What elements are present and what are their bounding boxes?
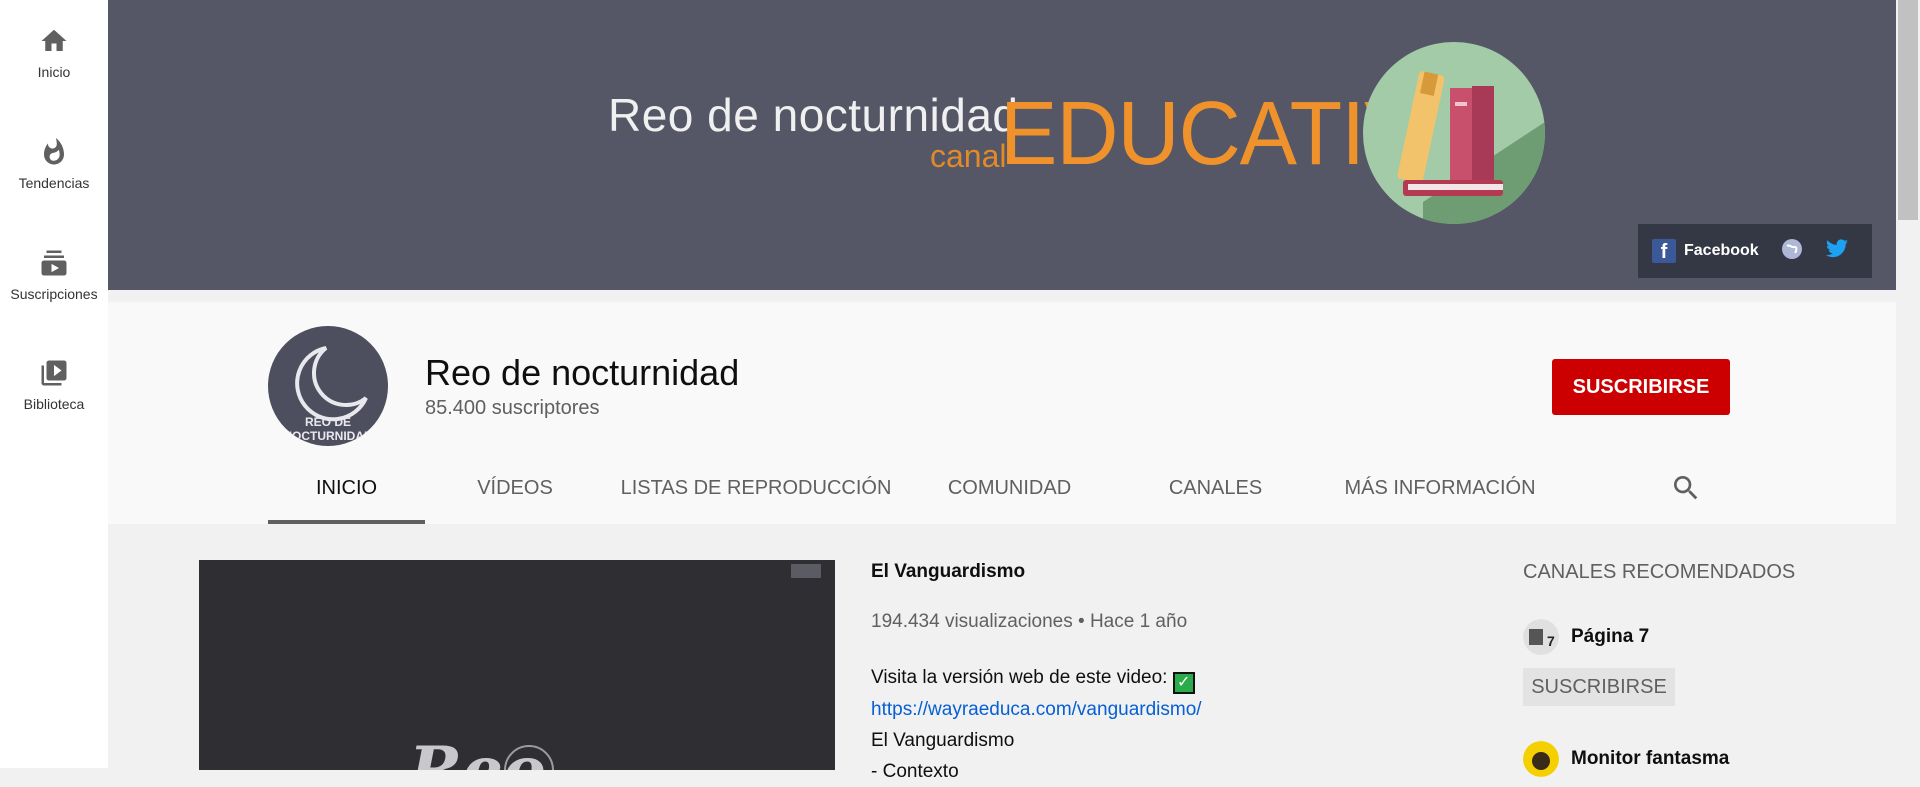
channel-avatar (1523, 741, 1559, 777)
featured-video-description: Visita la versión web de este video: ✓ h… (871, 662, 1351, 787)
description-line: - Contexto (871, 761, 959, 782)
twitter-icon[interactable] (1825, 238, 1849, 264)
channel-avatar[interactable]: REO DE NOCTURNIDAD (268, 326, 388, 446)
facebook-icon: f (1652, 239, 1676, 263)
channel-avatar: 7 (1523, 619, 1559, 655)
description-link[interactable]: https://wayraeduca.com/vanguardismo/ (871, 699, 1202, 720)
website-icon[interactable] (1781, 238, 1803, 265)
recommended-channel-name[interactable]: Monitor fantasma (1571, 748, 1729, 770)
tab-mas-informacion[interactable]: MÁS INFORMACIÓN (1319, 452, 1561, 524)
tab-comunidad[interactable]: COMUNIDAD (907, 452, 1112, 524)
books-illustration (1363, 42, 1545, 224)
guide-label: Suscripciones (10, 286, 98, 302)
guide-label: Tendencias (18, 175, 90, 191)
tab-inicio[interactable]: INICIO (268, 452, 425, 524)
subscribe-button[interactable]: SUSCRIBIRSE (1552, 359, 1730, 415)
home-icon (41, 29, 67, 51)
facebook-link-label: Facebook (1684, 242, 1759, 259)
facebook-link[interactable]: f Facebook (1652, 239, 1759, 263)
avatar-text: NOCTURNIDAD (283, 429, 373, 443)
channel-content: Reo El Vanguardismo 194.434 visualizacio… (108, 524, 1896, 782)
description-line: El Vanguardismo (871, 730, 1015, 751)
banner-links: f Facebook (1638, 224, 1872, 278)
channel-header: REO DE NOCTURNIDAD Reo de nocturnidad 85… (108, 302, 1896, 524)
featured-video-thumbnail[interactable]: Reo (199, 560, 835, 770)
guide-item-subscriptions[interactable]: Suscripciones (0, 248, 108, 302)
svg-text:7: 7 (1547, 633, 1555, 649)
tab-canales[interactable]: CANALES (1112, 452, 1319, 524)
description-line: Visita la versión web de este video: (871, 667, 1168, 688)
subscriptions-icon (41, 250, 67, 276)
guide-item-trending[interactable]: Tendencias (0, 137, 108, 191)
guide-sidebar: Inicio Tendencias Suscripciones Bibliote… (0, 0, 108, 768)
banner-channel-name: Reo de nocturnidad (608, 89, 1019, 141)
tab-videos[interactable]: VÍDEOS (425, 452, 605, 524)
recommended-channels-title: CANALES RECOMENDADOS (1523, 561, 1796, 583)
guide-label: Biblioteca (23, 396, 85, 412)
banner-canal-label: canal (930, 138, 1007, 174)
recommended-channel-item[interactable]: Monitor fantasma (1523, 741, 1729, 777)
channel-tabs: INICIO VÍDEOS LISTAS DE REPRODUCCIÓN COM… (268, 452, 1561, 524)
channel-name: Reo de nocturnidad (425, 352, 740, 393)
scrollbar-thumb[interactable] (1898, 0, 1918, 220)
page-scrollbar[interactable] (1896, 0, 1920, 768)
guide-item-home[interactable]: Inicio (0, 26, 108, 80)
library-icon (41, 360, 67, 386)
subscriber-count: 85.400 suscriptores (425, 397, 600, 419)
guide-item-library[interactable]: Biblioteca (0, 358, 108, 412)
featured-video-meta: 194.434 visualizaciones • Hace 1 año (871, 611, 1188, 632)
checkmark-icon: ✓ (1172, 672, 1195, 694)
search-icon[interactable] (1670, 472, 1702, 509)
channel-banner: Reo de nocturnidad canal EDUCATIVO f Fac… (108, 0, 1896, 290)
trending-icon (44, 137, 64, 165)
guide-label: Inicio (37, 64, 71, 80)
recommended-subscribe-button[interactable]: SUSCRIBIRSE (1523, 668, 1675, 706)
recommended-channel-name[interactable]: Página 7 (1571, 626, 1649, 648)
avatar-text: REO DE (305, 415, 351, 429)
tab-listas[interactable]: LISTAS DE REPRODUCCIÓN (605, 452, 907, 524)
featured-video-title[interactable]: El Vanguardismo (871, 561, 1025, 583)
recommended-channel-item[interactable]: 7 Página 7 (1523, 619, 1649, 655)
thumbnail-logo-text: Reo (407, 733, 546, 770)
